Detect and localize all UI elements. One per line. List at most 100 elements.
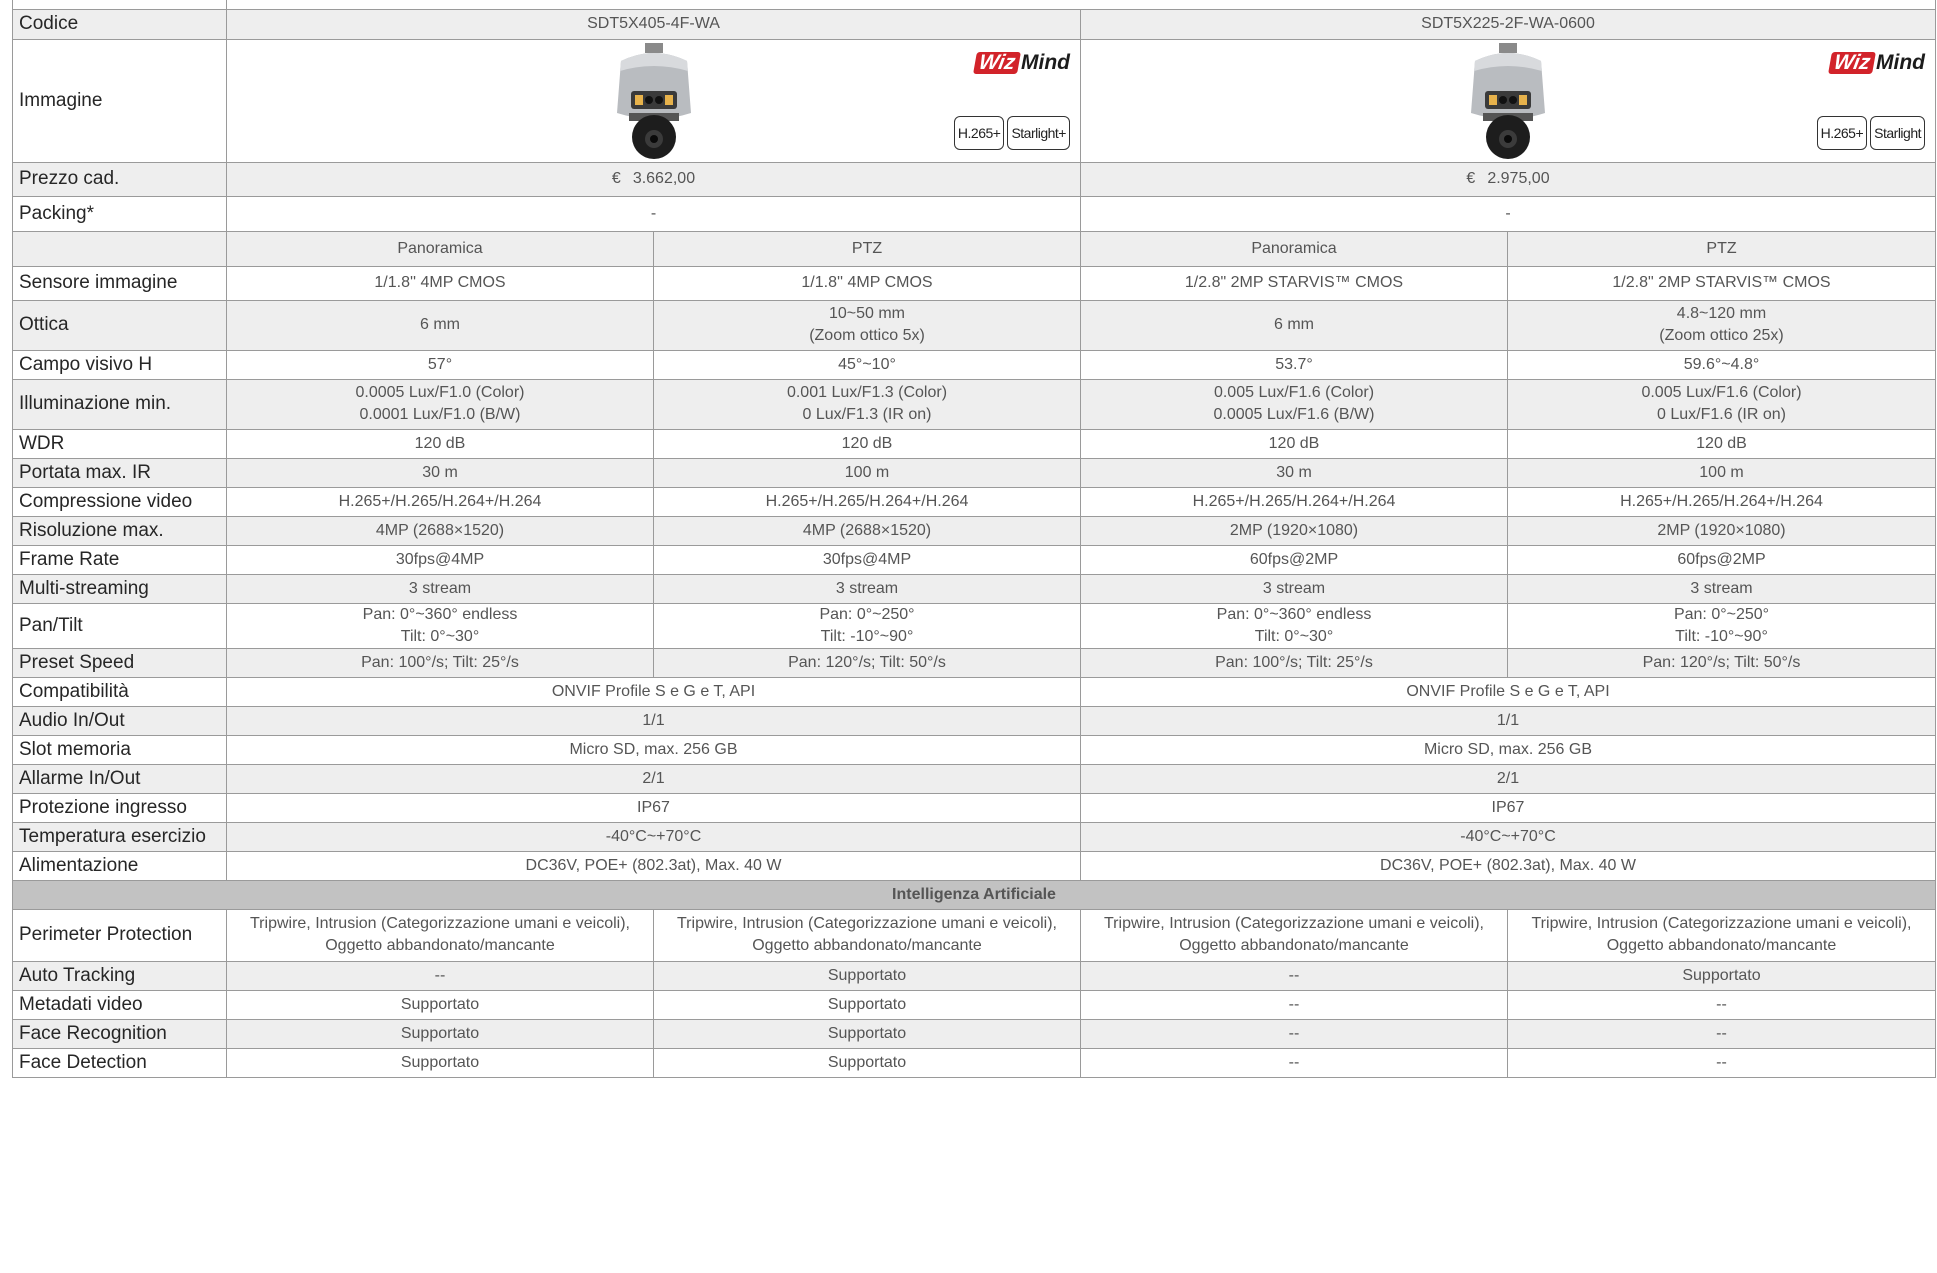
spec-row-sensore-immagine: Sensore immagine 1/1.8'' 4MP CMOS 1/1.8'' … [12,265,1936,301]
spec-label: Allarme In/Out [12,763,227,794]
spec-value: 30 m [1080,457,1508,488]
packing-value-1: - [226,195,1081,232]
ai-section-header: Intelligenza Artificiale [12,879,1936,910]
spec-row-compressione-video: Compressione video H.265+/H.265/H.264+/H.… [12,486,1936,517]
spec-value: Supportato [653,1047,1081,1078]
spec-value: 1/2.8" 2MP STARVIS™ CMOS [1507,265,1936,301]
spec-label: Portata max. IR [12,457,227,488]
spec-value: 30fps@4MP [226,544,654,575]
spec-row-frame-rate: Frame Rate 30fps@4MP 30fps@4MP 60fps@2MP 60f… [12,544,1936,575]
wizmind-logo: Wiz Mind [973,51,1070,74]
spec-value: 4.8~120 mm (Zoom ottico 25x) [1507,299,1936,351]
spec-value: Supportato [226,1047,654,1078]
spec-label: Temperatura esercizio [12,821,227,852]
spec-label: Preset Speed [12,647,227,678]
spec-row-campo-visivo-h: Campo visivo H 57° 45°~10° 53.7° 59.6°~4.8° [12,349,1936,380]
spec-value: Supportato [653,1018,1081,1049]
spec-label: Ottica [12,299,227,351]
spec-row-auto-tracking: Auto Tracking -- Supportato -- Supportato [12,960,1936,991]
spec-value: -- [1080,1047,1508,1078]
starlight-badge: Starlight [1870,115,1925,150]
spec-value: 120 dB [226,428,654,459]
spec-label: Risoluzione max. [12,515,227,546]
subheader-ptz: PTZ [1507,230,1936,267]
spec-row-face-detection: Face Detection Supportato Supportato -- -- [12,1047,1936,1078]
code-label: Codice [12,8,227,40]
model-code-1: SDT5X405-4F-WA [226,8,1081,40]
price-label: Prezzo cad. [12,161,227,197]
subheader-panoramica: Panoramica [226,230,654,267]
spec-value: Tripwire, Intrusion (Categorizzazione um… [653,908,1081,962]
spec-value: 1/2.8" 2MP STARVIS™ CMOS [1080,265,1508,301]
spec-value: H.265+/H.265/H.264+/H.264 [1080,486,1508,517]
price-value: 3.662,00 [632,170,696,187]
spec-row-pan-tilt: Pan/Tilt Pan: 0°~360° endless Tilt: 0°~30… [12,602,1936,649]
spec-label: Pan/Tilt [12,602,227,649]
spec-value: 3 stream [653,573,1081,604]
spec-value: Supportato [1507,960,1936,991]
spec-value: 120 dB [1507,428,1936,459]
spec-value: 2MP (1920×1080) [1507,515,1936,546]
spec-value: Pan: 100°/s; Tilt: 25°/s [1080,647,1508,678]
spec-value: H.265+/H.265/H.264+/H.264 [1507,486,1936,517]
spec-value: 3 stream [1507,573,1936,604]
spec-label: Audio In/Out [12,705,227,736]
spec-label: Face Detection [12,1047,227,1078]
spec-row-audio-in-out: Audio In/Out 1/1 1/1 [12,705,1936,736]
spec-value: 60fps@2MP [1507,544,1936,575]
spec-value: IP67 [1080,792,1936,823]
spec-value: 100 m [1507,457,1936,488]
spec-value: ONVIF Profile S e G e T, API [226,676,1081,707]
spec-label: Campo visivo H [12,349,227,380]
spec-row-illuminazione-min: Illuminazione min. 0.0005 Lux/F1.0 (Color… [12,378,1936,430]
spec-value: H.265+/H.265/H.264+/H.264 [653,486,1081,517]
spec-label: WDR [12,428,227,459]
spec-row-compatibilit: Compatibilità ONVIF Profile S e G e T, AP… [12,676,1936,707]
spec-value: -40°C~+70°C [226,821,1081,852]
spec-value: Tripwire, Intrusion (Categorizzazione um… [226,908,654,962]
spec-row-protezione-ingresso: Protezione ingresso IP67 IP67 [12,792,1936,823]
spec-value: Pan: 0°~250° Tilt: -10°~90° [653,602,1081,649]
spec-value: 0.005 Lux/F1.6 (Color) 0 Lux/F1.6 (IR on… [1507,378,1936,430]
spec-label: Perimeter Protection [12,908,227,962]
spec-label: Auto Tracking [12,960,227,991]
spec-value: Supportato [653,989,1081,1020]
spec-value: Micro SD, max. 256 GB [226,734,1081,765]
spec-value: -- [1507,1018,1936,1049]
spec-label: Illuminazione min. [12,378,227,430]
spec-value: 53.7° [1080,349,1508,380]
spec-value: DC36V, POE+ (802.3at), Max. 40 W [1080,850,1936,881]
top-spacer-cell [12,0,227,10]
spec-value: -- [1080,1018,1508,1049]
spec-value: 4MP (2688×1520) [653,515,1081,546]
spec-label: Sensore immagine [12,265,227,301]
price-value: 2.975,00 [1487,170,1550,187]
spec-row-ottica: Ottica 6 mm 10~50 mm (Zoom ottico 5x) 6 mm 4… [12,299,1936,351]
section-title: Intelligenza Artificiale [12,879,1936,910]
spec-value: IP67 [226,792,1081,823]
spec-value: Tripwire, Intrusion (Categorizzazione um… [1080,908,1508,962]
model-code-2: SDT5X225-2F-WA-0600 [1080,8,1936,40]
subheader-ptz: PTZ [653,230,1081,267]
spec-value: 3 stream [226,573,654,604]
spec-value: 6 mm [226,299,654,351]
spec-row-perimeter-protection: Perimeter Protection Tripwire, Intrusion … [12,908,1936,962]
spec-value: 59.6°~4.8° [1507,349,1936,380]
subheader-row: Panoramica PTZ Panoramica PTZ [12,230,1936,267]
spec-label: Frame Rate [12,544,227,575]
spec-value: 30 m [226,457,654,488]
spec-value: 57° [226,349,654,380]
spec-label: Protezione ingresso [12,792,227,823]
spec-row-multi-streaming: Multi-streaming 3 stream 3 stream 3 stream 3… [12,573,1936,604]
h265plus-badge: H.265+ [953,115,1005,150]
dome-camera-image [1471,42,1545,159]
top-spacer-cell [226,0,1936,10]
price-cell-1: €3.662,00 [226,161,1081,197]
spec-label: Slot memoria [12,734,227,765]
spec-row-allarme-in-out: Allarme In/Out 2/1 2/1 [12,763,1936,794]
spec-row-wdr: WDR 120 dB 120 dB 120 dB 120 dB [12,428,1936,459]
spec-value: Pan: 0°~250° Tilt: -10°~90° [1507,602,1936,649]
spec-value: ONVIF Profile S e G e T, API [1080,676,1936,707]
product-image-cell-1: Wiz Mind H.265+ Starlight+ [226,38,1081,163]
packing-row: Packing* - - [12,195,1936,232]
